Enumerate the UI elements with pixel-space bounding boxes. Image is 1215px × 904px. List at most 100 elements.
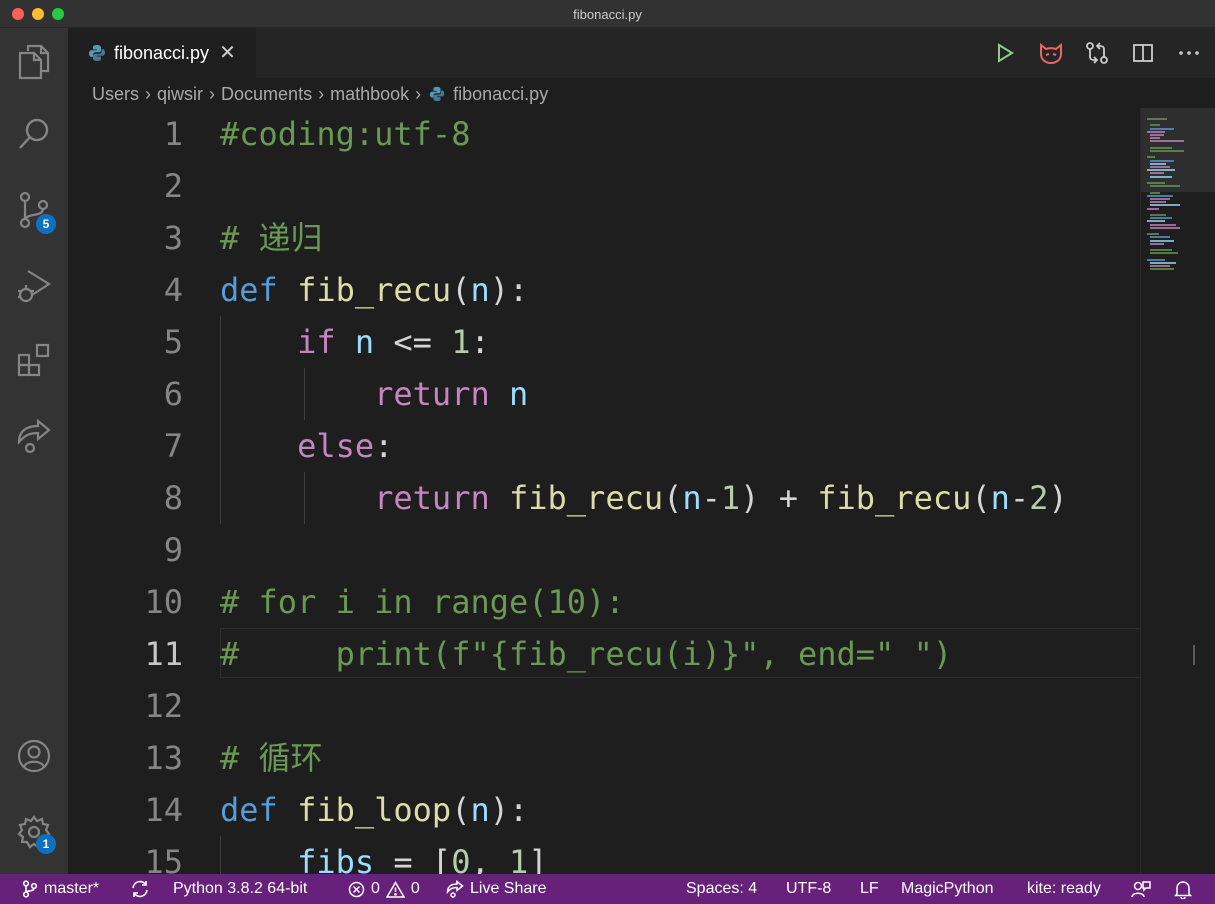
minimap-line [1150, 140, 1184, 143]
search-button[interactable] [14, 114, 54, 154]
warning-count: 0 [410, 880, 420, 897]
minimap[interactable] [1140, 108, 1215, 874]
feedback-button[interactable] [1131, 874, 1151, 904]
code-line[interactable]: 8 return fib_recu(n-1) + fib_recu(n-2) [68, 472, 1140, 524]
minimap-line [1150, 236, 1170, 239]
extensions-button[interactable] [14, 340, 54, 380]
encoding-status[interactable]: UTF-8 [786, 874, 831, 904]
line-number: 3 [163, 219, 183, 257]
interpreter-label: Python 3.8.2 64-bit [173, 880, 308, 897]
bell-icon [1174, 880, 1192, 899]
minimap-line [1150, 191, 1160, 194]
code-token: ] [528, 843, 548, 874]
branch-name: master* [44, 880, 100, 897]
code-line[interactable]: 2 [68, 160, 1140, 212]
line-number: 4 [163, 271, 183, 309]
activity-bar: 5 1 [0, 28, 68, 874]
live-share-icon [17, 418, 51, 454]
code-token: fib_recu [297, 271, 452, 309]
minimap-line [1150, 175, 1172, 178]
live-share-label: Live Share [470, 880, 547, 897]
python-interpreter[interactable]: Python 3.8.2 64-bit [173, 874, 307, 904]
code-line[interactable]: 15 fibs = [0, 1] [68, 836, 1140, 874]
live-share-status[interactable]: Live Share [446, 874, 547, 904]
code-token: : [374, 427, 394, 465]
line-number: 6 [163, 375, 183, 413]
minimap-line [1150, 159, 1174, 162]
code-token: ) [1048, 479, 1068, 517]
code-token: else [297, 427, 375, 465]
line-number: 14 [144, 791, 183, 829]
tab-fibonacci[interactable]: fibonacci.py ✕ [68, 28, 256, 78]
code-token: 0 [451, 843, 471, 874]
split-editor-icon [1133, 44, 1153, 62]
breadcrumb-file[interactable]: fibonacci.py [453, 84, 548, 105]
code-text: return fib_recu(n-1) + fib_recu(n-2) [220, 472, 1068, 524]
code-line[interactable]: 6 return n [68, 368, 1140, 420]
code-line[interactable]: 1 #coding:utf-8 [68, 108, 1140, 160]
accounts-button[interactable] [14, 736, 54, 776]
language-mode-status[interactable]: MagicPython [901, 874, 994, 904]
line-number: 5 [163, 323, 183, 361]
code-text: #coding:utf-8 [220, 108, 470, 160]
code-token: <= [374, 323, 452, 361]
code-line[interactable]: 3 # 递归 [68, 212, 1140, 264]
manage-badge: 1 [36, 834, 56, 854]
code-line[interactable]: 5 if n <= 1: [68, 316, 1140, 368]
search-icon [19, 118, 49, 149]
run-debug-button[interactable] [14, 266, 54, 306]
chevron-right-icon: › [145, 83, 152, 104]
problems-status[interactable]: 0 0 [348, 874, 420, 904]
tab-close-icon[interactable]: ✕ [219, 43, 236, 63]
code-line[interactable]: 12 [68, 680, 1140, 732]
code-line[interactable]: 10 # for i in range(10): [68, 576, 1140, 628]
code-token: fib_loop [297, 791, 452, 829]
code-token: n [470, 271, 490, 309]
code-line[interactable]: 11 # print(f"{fib_recu(i)}", end=" ") [68, 628, 1140, 680]
encoding-label: UTF-8 [786, 880, 832, 897]
source-control-badge: 5 [36, 214, 56, 234]
source-control-button[interactable]: 5 [14, 190, 56, 234]
code-line[interactable]: 7 else: [68, 420, 1140, 472]
live-share-activity-button[interactable] [14, 416, 54, 456]
code-editor[interactable]: 1 #coding:utf-8 2 3 # 递归 4 def fib_recu(n): 5 i… [68, 108, 1140, 874]
split-editor-button[interactable] [1129, 39, 1157, 67]
code-token: fibs [297, 843, 375, 874]
code-line[interactable]: 13 # 循环 [68, 732, 1140, 784]
branch-status[interactable]: master* [22, 874, 99, 904]
code-text: # 循环 [220, 732, 323, 784]
line-number: 10 [144, 583, 183, 621]
kite-status[interactable]: kite: ready [1027, 874, 1101, 904]
code-line[interactable]: 4 def fib_recu(n): [68, 264, 1140, 316]
python-file-icon [89, 45, 105, 61]
manage-button[interactable]: 1 [14, 812, 56, 854]
code-token: fib_recu [817, 479, 972, 517]
breadcrumb-documents[interactable]: Documents [221, 84, 312, 105]
tab-label: fibonacci.py [114, 42, 210, 63]
code-line[interactable]: 9 [68, 524, 1140, 576]
eol-status[interactable]: LF [860, 874, 879, 904]
breadcrumb-qiwsir[interactable]: qiwsir [157, 84, 203, 105]
code-token: n [508, 375, 529, 413]
language-label: MagicPython [901, 880, 994, 897]
breadcrumb-mathbook[interactable]: mathbook [330, 84, 409, 105]
minimap-line [1150, 150, 1184, 152]
more-actions-button[interactable] [1175, 39, 1203, 67]
open-changes-button[interactable] [1083, 39, 1111, 67]
breadcrumb-users[interactable]: Users [92, 84, 139, 105]
minimap-line [1147, 182, 1165, 184]
indentation-status[interactable]: Spaces: 4 [686, 874, 757, 904]
kite-button[interactable] [1037, 39, 1065, 67]
minimap-line [1150, 185, 1180, 188]
spaces-label: Spaces: 4 [686, 880, 758, 897]
account-icon [17, 739, 51, 773]
explorer-button[interactable] [14, 42, 54, 82]
sync-button[interactable] [130, 874, 150, 904]
line-number: 13 [144, 739, 183, 777]
notifications-button[interactable] [1174, 874, 1192, 904]
code-line[interactable]: 14 def fib_loop(n): [68, 784, 1140, 836]
run-python-file-button[interactable] [991, 39, 1019, 67]
status-bar: master* Python 3.8.2 64-bit 0 0 Live Sha… [0, 874, 1215, 904]
code-text: def fib_loop(n): [220, 784, 528, 836]
